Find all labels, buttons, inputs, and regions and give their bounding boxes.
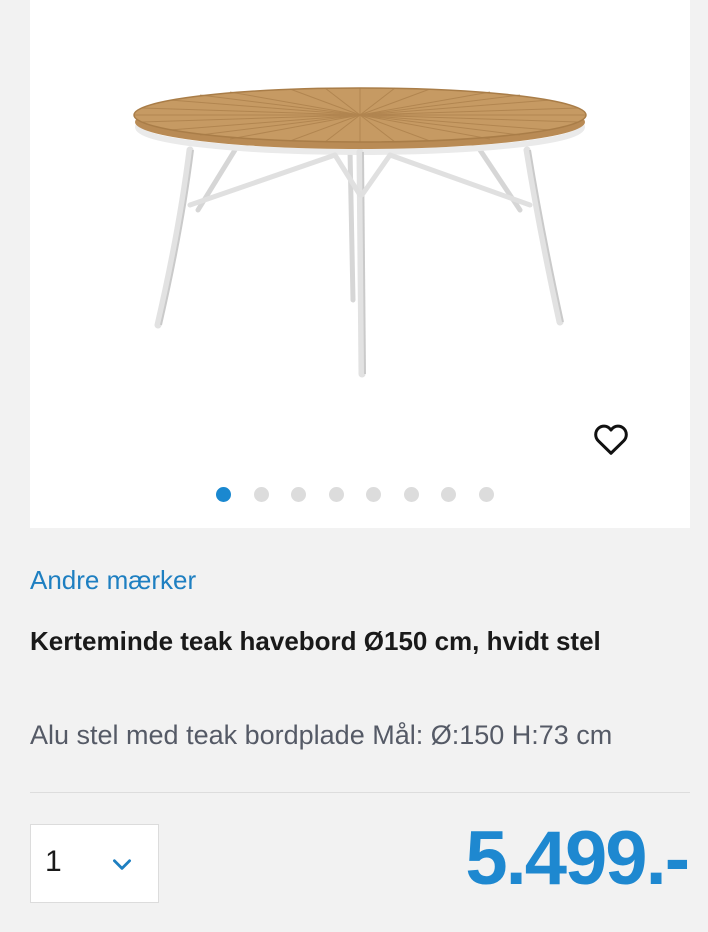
brand-link[interactable]: Andre mærker (30, 565, 196, 596)
carousel-dot[interactable] (404, 487, 419, 502)
price: 5.499.- (465, 816, 690, 901)
favorite-button[interactable] (590, 418, 632, 460)
carousel-dot[interactable] (329, 487, 344, 502)
carousel-dots (30, 487, 690, 503)
carousel-dot[interactable] (441, 487, 456, 502)
product-image-card (30, 0, 690, 528)
carousel-dot[interactable] (366, 487, 381, 502)
carousel-dot[interactable] (216, 487, 231, 502)
carousel-dot[interactable] (254, 487, 269, 502)
carousel-dot[interactable] (479, 487, 494, 502)
heart-outline-icon (594, 424, 628, 455)
divider (30, 792, 690, 793)
product-image[interactable] (30, 0, 690, 470)
product-description: Alu stel med teak bordplade Mål: Ø:150 H… (30, 720, 613, 750)
product-title[interactable]: Kerteminde teak havebord Ø150 cm, hvidt … (30, 622, 630, 660)
chevron-down-icon (113, 859, 131, 870)
carousel-dot[interactable] (291, 487, 306, 502)
quantity-select[interactable]: 1 (30, 824, 159, 903)
quantity-value: 1 (45, 845, 62, 878)
